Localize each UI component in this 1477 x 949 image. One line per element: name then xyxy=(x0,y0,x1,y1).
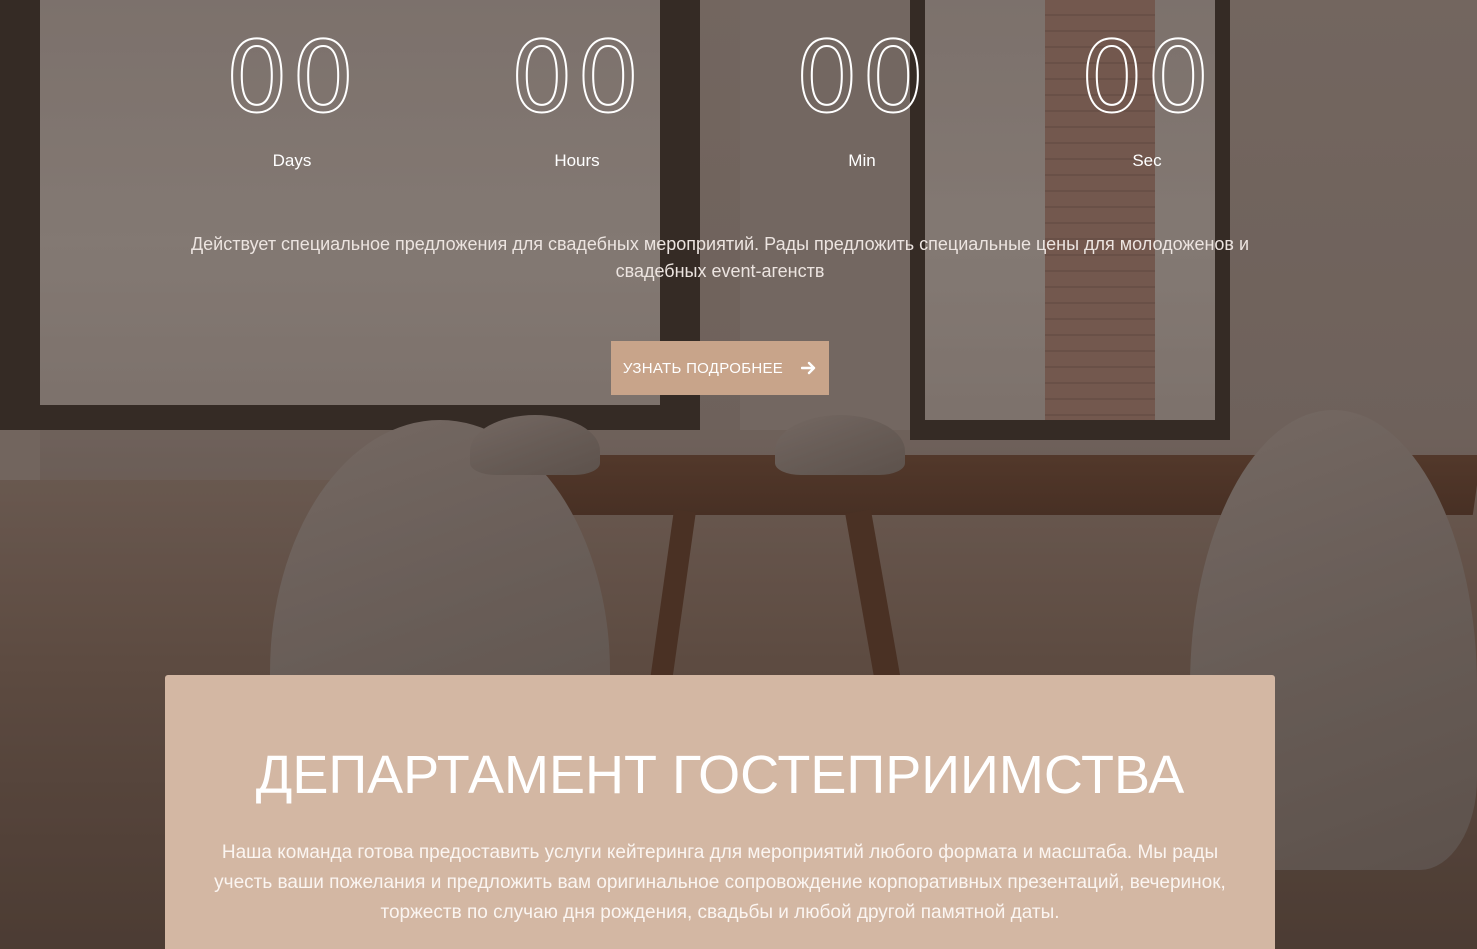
countdown-minutes: 00 Min xyxy=(762,21,962,172)
learn-more-button-label: УЗНАТЬ ПОДРОБНЕЕ xyxy=(622,359,784,377)
countdown-hours-label: Hours xyxy=(554,151,600,170)
countdown-seconds: 00 Sec xyxy=(1047,21,1247,172)
countdown-days-label: Days xyxy=(272,151,312,170)
countdown-hours: 00 Hours xyxy=(477,21,677,172)
hospitality-title: ДЕПАРТАМЕНТ ГОСТЕПРИИМСТВА xyxy=(255,745,1185,805)
countdown-timer: 00 Days 00 Hours 00 Min 00 Sec xyxy=(0,21,1477,188)
countdown-hours-value: 00 xyxy=(510,21,644,135)
promo-description: Действует специальное предложения для св… xyxy=(190,234,1250,281)
countdown-days-value: 00 xyxy=(225,21,359,135)
countdown-seconds-value: 00 xyxy=(1080,21,1214,135)
hospitality-description: Наша команда готова предоставить услуги … xyxy=(214,842,1226,923)
hospitality-card: ДЕПАРТАМЕНТ ГОСТЕПРИИМСТВА Наша команда … xyxy=(165,675,1275,949)
learn-more-button[interactable]: УЗНАТЬ ПОДРОБНЕЕ xyxy=(611,341,829,395)
countdown-minutes-label: Min xyxy=(848,151,876,170)
countdown-minutes-value: 00 xyxy=(795,21,929,135)
countdown-days: 00 Days xyxy=(192,21,392,172)
countdown-seconds-label: Sec xyxy=(1132,151,1162,170)
arrow-right-icon xyxy=(800,360,817,376)
